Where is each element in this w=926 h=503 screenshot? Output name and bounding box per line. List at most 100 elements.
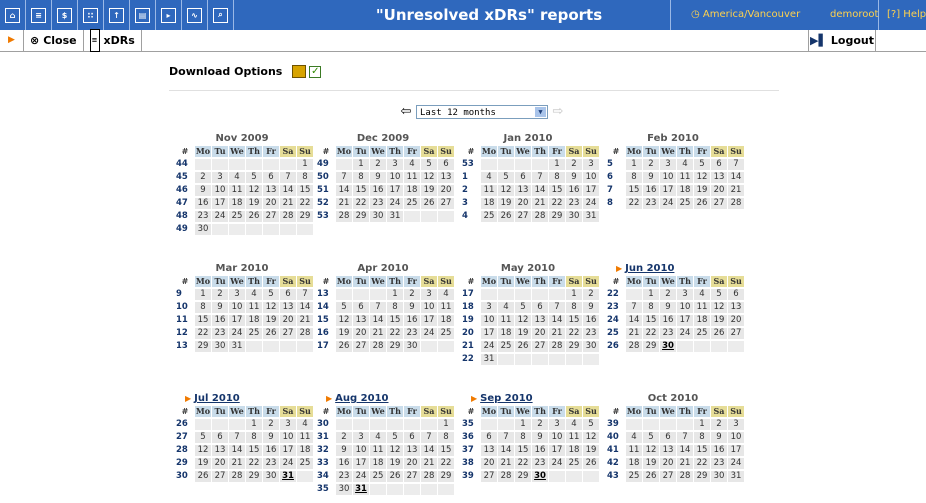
day-cell[interactable]: 3 <box>229 289 245 300</box>
day-cell[interactable]: 10 <box>353 445 369 456</box>
day-cell[interactable]: 8 <box>643 302 659 313</box>
day-cell[interactable]: 4 <box>566 419 582 430</box>
day-cell[interactable]: 18 <box>481 198 497 209</box>
day-cell[interactable]: 30 <box>583 341 599 352</box>
day-cell[interactable]: 5 <box>515 302 531 313</box>
search-icon[interactable]: ⌕ <box>208 0 234 30</box>
day-cell[interactable]: 28 <box>498 471 514 482</box>
day-cell[interactable]: 16 <box>532 445 548 456</box>
day-cell[interactable]: 22 <box>643 328 659 339</box>
day-cell[interactable]: 7 <box>549 302 565 313</box>
day-cell[interactable]: 23 <box>195 211 211 222</box>
day-cell[interactable]: 5 <box>498 172 514 183</box>
day-cell[interactable]: 6 <box>212 432 228 443</box>
day-cell[interactable]: 18 <box>626 458 642 469</box>
day-cell[interactable]: 29 <box>643 341 659 352</box>
day-cell[interactable]: 27 <box>660 471 676 482</box>
day-cell[interactable]: 9 <box>212 302 228 313</box>
day-cell[interactable]: 15 <box>643 315 659 326</box>
chart-icon[interactable]: ∿ <box>182 0 208 30</box>
day-cell[interactable]: 13 <box>280 302 296 313</box>
day-cell[interactable]: 10 <box>549 432 565 443</box>
day-cell[interactable]: 10 <box>229 302 245 313</box>
day-cell[interactable]: 4 <box>626 432 642 443</box>
day-cell[interactable]: 9 <box>195 185 211 196</box>
day-cell[interactable]: 26 <box>421 198 437 209</box>
day-cell[interactable]: 27 <box>438 198 454 209</box>
day-cell[interactable]: 8 <box>353 172 369 183</box>
day-cell[interactable]: 9 <box>711 432 727 443</box>
day-cell[interactable]: 14 <box>297 302 313 313</box>
day-cell[interactable]: 28 <box>336 211 352 222</box>
day-cell[interactable]: 2 <box>643 159 659 170</box>
day-cell[interactable]: 11 <box>677 172 693 183</box>
day-cell[interactable]: 17 <box>229 315 245 326</box>
day-cell[interactable]: 11 <box>498 315 514 326</box>
day-cell[interactable]: 24 <box>353 471 369 482</box>
day-cell[interactable]: 19 <box>246 198 262 209</box>
day-cell[interactable]: 13 <box>212 445 228 456</box>
day-cell[interactable]: 23 <box>660 328 676 339</box>
day-cell[interactable]: 28 <box>370 341 386 352</box>
day-cell[interactable]: 15 <box>195 315 211 326</box>
day-cell[interactable]: 29 <box>694 471 710 482</box>
day-cell[interactable]: 26 <box>387 471 403 482</box>
day-cell[interactable]: 14 <box>498 445 514 456</box>
day-cell[interactable]: 8 <box>549 172 565 183</box>
day-cell[interactable]: 17 <box>583 185 599 196</box>
day-cell[interactable]: 25 <box>370 471 386 482</box>
day-cell[interactable]: 3 <box>583 159 599 170</box>
day-cell[interactable]: 3 <box>549 419 565 430</box>
day-cell[interactable]: 15 <box>353 185 369 196</box>
day-cell[interactable]: 26 <box>195 471 211 482</box>
day-cell[interactable]: 14 <box>677 445 693 456</box>
day-cell[interactable]: 20 <box>280 315 296 326</box>
day-cell[interactable]: 14 <box>421 445 437 456</box>
day-cell[interactable]: 11 <box>229 185 245 196</box>
day-cell[interactable]: 13 <box>353 315 369 326</box>
day-cell[interactable]: 10 <box>583 172 599 183</box>
day-cell[interactable]: 4 <box>229 172 245 183</box>
day-cell[interactable]: 18 <box>566 445 582 456</box>
day-cell[interactable]: 26 <box>583 458 599 469</box>
day-cell[interactable]: 13 <box>660 445 676 456</box>
day-cell[interactable]: 13 <box>532 315 548 326</box>
day-cell[interactable]: 18 <box>498 328 514 339</box>
day-cell[interactable]: 7 <box>297 289 313 300</box>
day-cell[interactable]: 24 <box>421 328 437 339</box>
month-title[interactable]: ▶ Jun 2010 <box>607 263 739 275</box>
day-cell[interactable]: 14 <box>229 445 245 456</box>
day-cell[interactable]: 12 <box>263 302 279 313</box>
day-cell[interactable]: 14 <box>626 315 642 326</box>
day-cell[interactable]: 5 <box>694 159 710 170</box>
day-cell[interactable]: 20 <box>515 198 531 209</box>
day-cell[interactable]: 1 <box>246 419 262 430</box>
day-cell[interactable]: 13 <box>438 172 454 183</box>
day-cell[interactable]: 10 <box>481 315 497 326</box>
day-cell[interactable]: 23 <box>711 458 727 469</box>
day-cell[interactable]: 4 <box>404 159 420 170</box>
day-cell[interactable]: 2 <box>212 289 228 300</box>
day-cell[interactable]: 13 <box>711 172 727 183</box>
day-cell[interactable]: 21 <box>728 185 744 196</box>
day-cell[interactable]: 28 <box>549 341 565 352</box>
day-cell[interactable]: 26 <box>711 328 727 339</box>
day-cell[interactable]: 26 <box>694 198 710 209</box>
day-cell[interactable]: 31 <box>229 341 245 352</box>
day-cell[interactable]: 5 <box>583 419 599 430</box>
day-cell[interactable]: 15 <box>626 185 642 196</box>
day-cell[interactable]: 24 <box>677 328 693 339</box>
dollar-icon[interactable]: $ <box>52 0 78 30</box>
day-cell[interactable]: 1 <box>626 159 642 170</box>
day-cell[interactable]: 21 <box>532 198 548 209</box>
day-cell[interactable]: 8 <box>297 172 313 183</box>
day-cell[interactable]: 9 <box>404 302 420 313</box>
day-cell[interactable]: 18 <box>694 315 710 326</box>
day-cell[interactable]: 21 <box>280 198 296 209</box>
day-cell[interactable]: 23 <box>404 328 420 339</box>
day-cell[interactable]: 3 <box>212 172 228 183</box>
day-cell[interactable]: 26 <box>246 211 262 222</box>
day-cell[interactable]: 8 <box>515 432 531 443</box>
day-cell[interactable]: 20 <box>728 315 744 326</box>
day-cell[interactable]: 21 <box>549 328 565 339</box>
